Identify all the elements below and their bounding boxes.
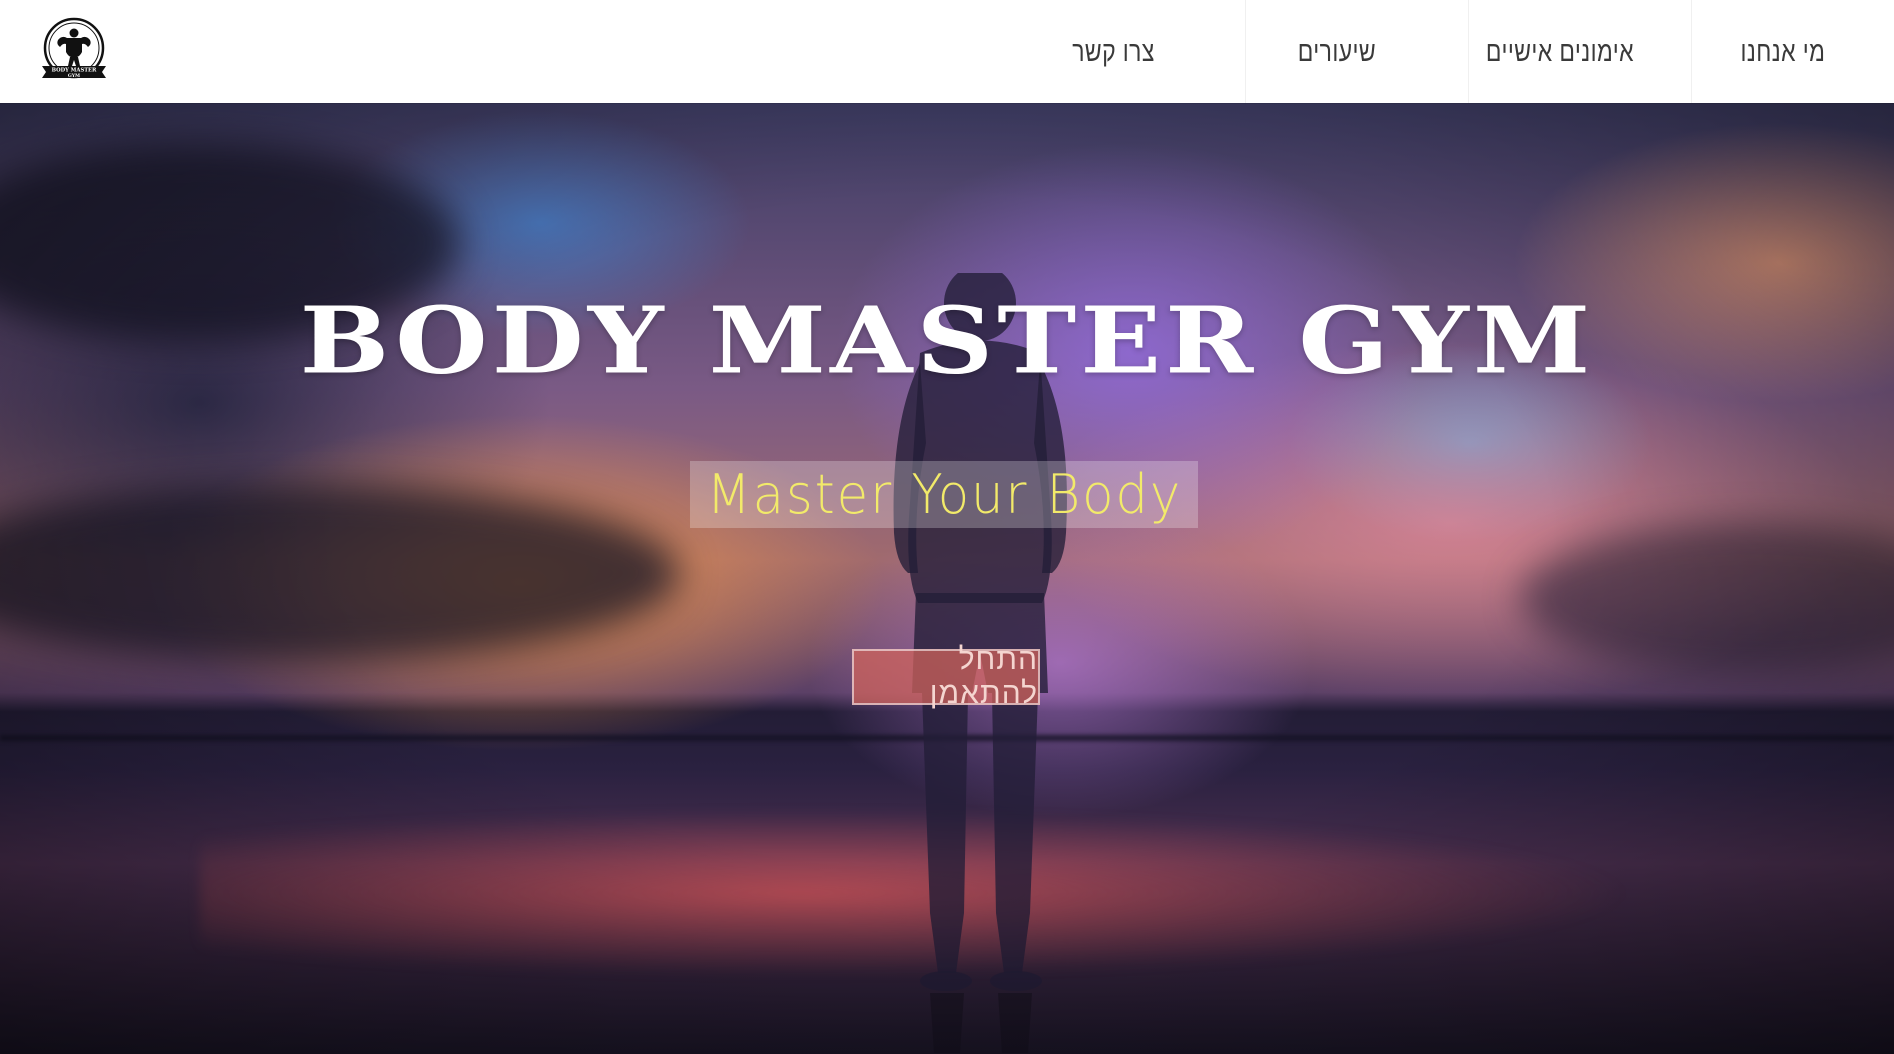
nav-item-classes[interactable]: שיעורים	[1245, 0, 1428, 103]
hero-bg-vignette	[0, 103, 1894, 1054]
hero-tagline-box: Master Your Body	[690, 461, 1198, 528]
nav-item-about[interactable]: מי אנחנו	[1691, 0, 1874, 103]
main-nav: מי אנחנו אימונים אישיים שיעורים צרו קשר	[1002, 0, 1894, 103]
nav-item-personal-training[interactable]: אימונים אישיים	[1468, 0, 1651, 103]
site-header: BODY MASTER GYM מי אנחנו אימונים אישיים …	[0, 0, 1894, 103]
nav-item-contact[interactable]: צרו קשר	[1022, 0, 1205, 103]
site-logo[interactable]: BODY MASTER GYM	[36, 16, 112, 86]
hero-tagline: Master Your Body	[706, 463, 1182, 526]
hero-title: BODY MASTER GYM	[299, 286, 1595, 395]
page: BODY MASTER GYM מי אנחנו אימונים אישיים …	[0, 0, 1894, 1054]
start-training-button[interactable]: התחל להתאמן	[852, 643, 1040, 710]
logo-text-top: BODY MASTER	[52, 68, 97, 74]
hero-section: BODY MASTER GYM Master Your Body התחל לה…	[0, 103, 1894, 1054]
bodybuilder-logo-icon: BODY MASTER GYM	[42, 17, 106, 79]
logo-text-bottom: GYM	[68, 73, 80, 79]
